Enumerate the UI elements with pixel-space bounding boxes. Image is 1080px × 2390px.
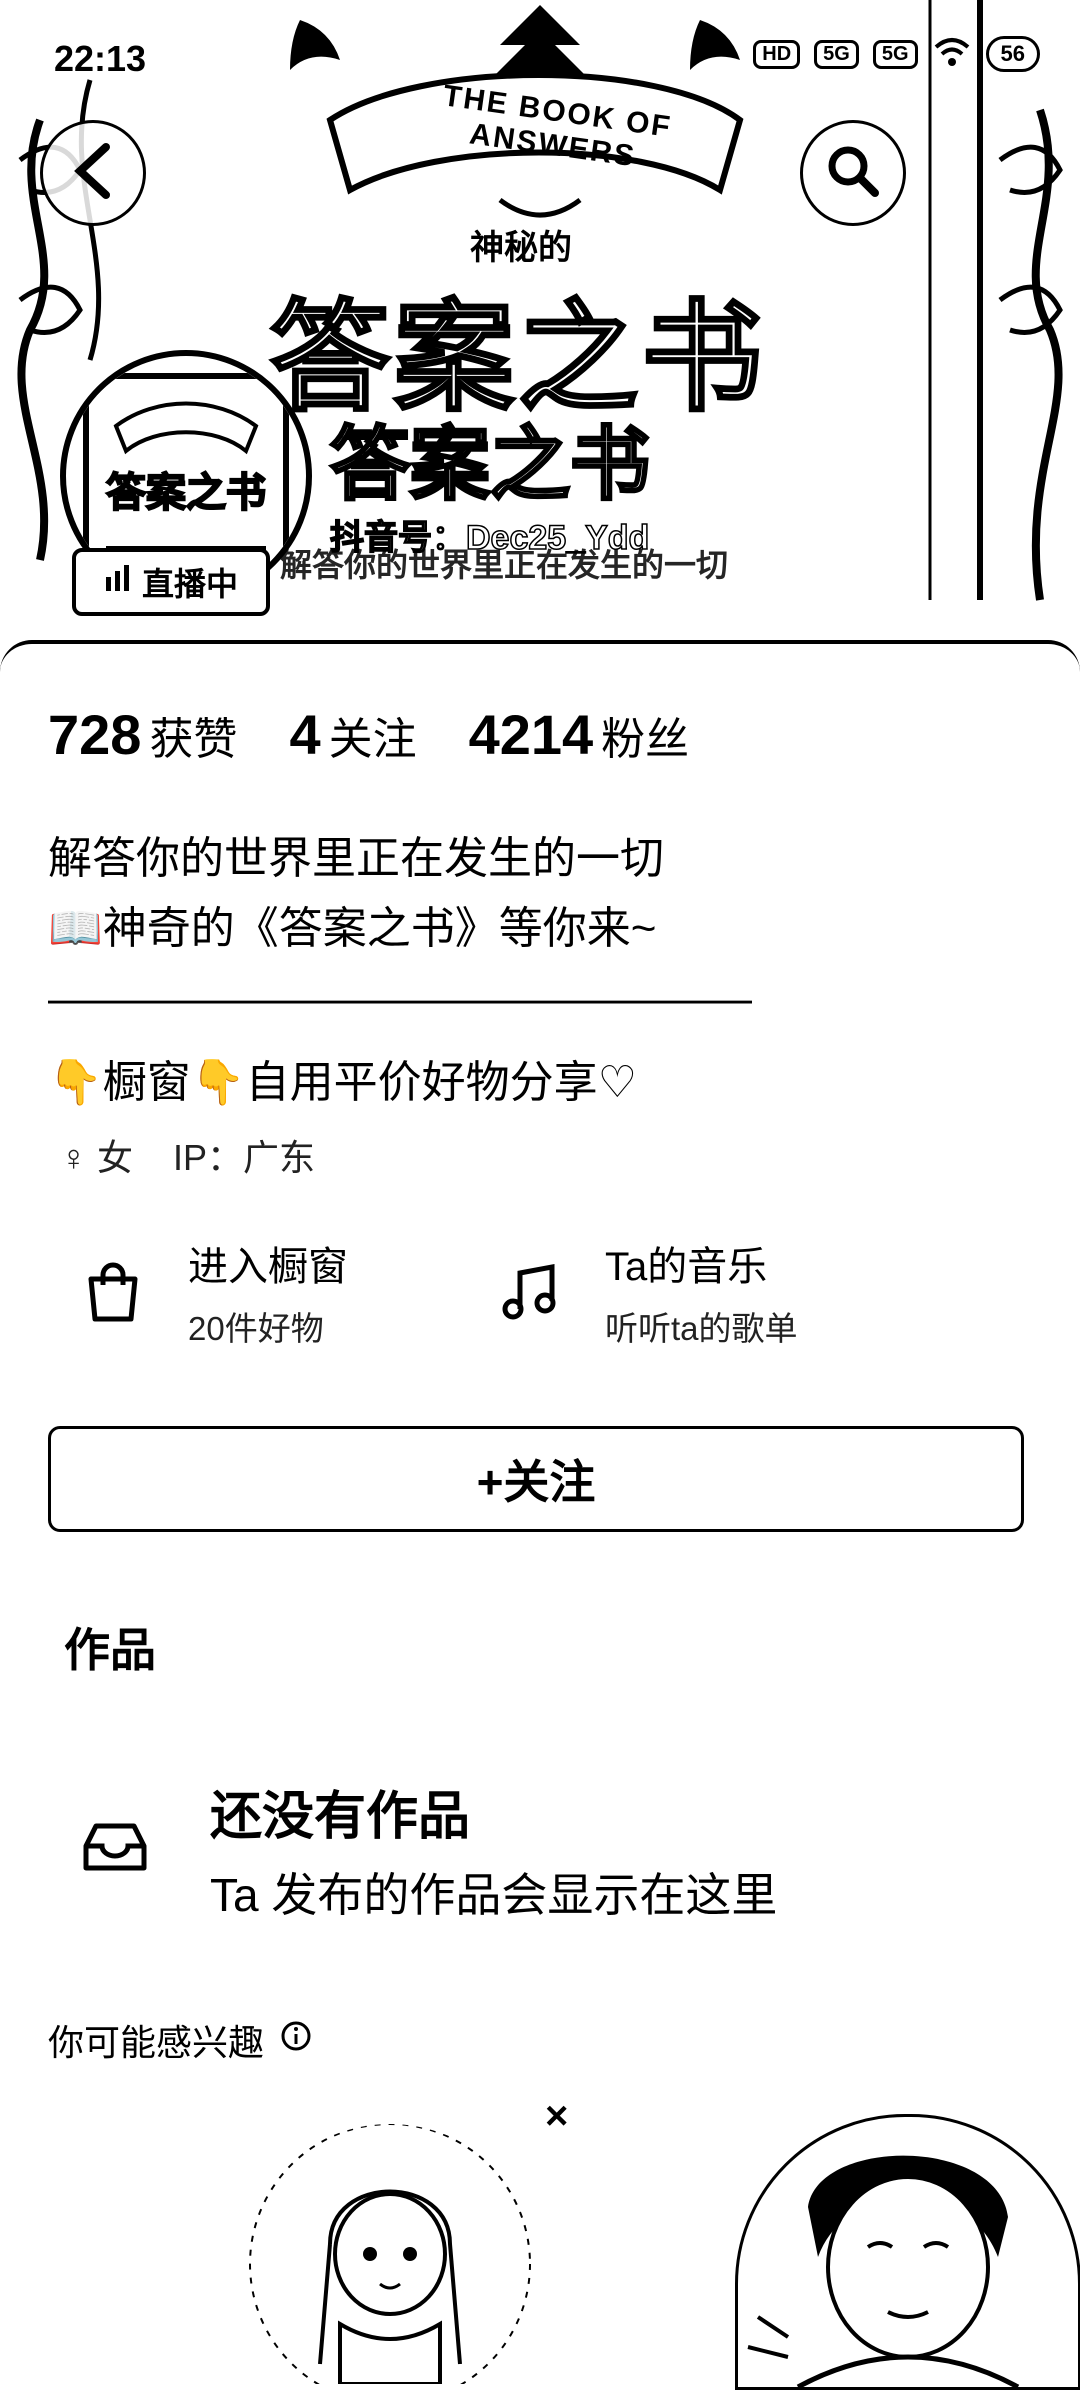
shop-window-entry[interactable]: 进入橱窗 20件好物 <box>78 1234 348 1350</box>
followers-count[interactable]: 4214 <box>469 702 594 767</box>
close-icon[interactable]: × <box>545 2094 568 2139</box>
profile-card: 728 获赞 4 关注 4214 粉丝 解答你的世界里正在发生的一切 📖神奇的《… <box>0 640 1080 2390</box>
live-label: 直播中 <box>141 566 238 602</box>
hd-icon: HD <box>753 39 801 69</box>
signal-icon: 5G <box>872 39 918 69</box>
works-section-title[interactable]: 作品 <box>64 1614 156 1680</box>
profile-stats: 728 获赞 4 关注 4214 粉丝 <box>48 702 741 767</box>
chevron-left-icon <box>68 141 118 206</box>
music-note-icon <box>495 1257 565 1327</box>
search-button[interactable] <box>800 120 906 226</box>
inbox-icon <box>80 1820 150 1879</box>
bio-line: 解答你的世界里正在发生的一切 <box>48 834 664 883</box>
profile-banner: 22:13 HD 5G 5G 56 THE BOOK OF ANSWERS 神秘… <box>0 0 1080 650</box>
gender-label: 女 <box>97 1137 134 1178</box>
live-bars-icon <box>104 564 132 601</box>
gender-tag: ♀ 女 <box>60 1129 133 1181</box>
music-entry[interactable]: Ta的音乐 听听ta的歌单 <box>495 1234 798 1350</box>
banner-caption: 解答你的世界里正在发生的一切 <box>280 547 729 583</box>
status-bar: 22:13 HD 5G 5G 56 <box>0 30 1080 90</box>
empty-title: 还没有作品 <box>210 1788 471 1846</box>
following-label[interactable]: 关注 <box>329 703 417 767</box>
status-icons: HD 5G 5G 56 <box>753 36 1040 72</box>
banner-secondary-title: 答案之书 <box>329 419 652 511</box>
bio-line: 📖神奇的《答案之书》等你来~ <box>48 904 657 953</box>
follow-button[interactable]: +关注 <box>48 1426 1024 1532</box>
recommended-user-avatar <box>249 2124 531 2384</box>
bio-line: ———————————————— <box>48 974 752 1023</box>
likes-count[interactable]: 728 <box>48 702 141 767</box>
info-icon[interactable] <box>280 2019 312 2061</box>
profile-bio: 解答你的世界里正在发生的一切 📖神奇的《答案之书》等你来~ ——————————… <box>48 824 752 1118</box>
ip-location: IP：广东 <box>173 1137 316 1178</box>
followers-label[interactable]: 粉丝 <box>601 703 689 767</box>
live-badge[interactable]: 直播中 <box>72 548 270 616</box>
bio-line: 👇橱窗👇自用平价好物分享♡ <box>48 1058 638 1107</box>
likes-label[interactable]: 获赞 <box>149 703 237 767</box>
recommended-user-card[interactable] <box>735 2114 1080 2390</box>
following-count[interactable]: 4 <box>289 702 320 767</box>
female-icon: ♀ <box>60 1137 87 1178</box>
wifi-icon <box>932 37 972 72</box>
back-button[interactable] <box>40 120 146 226</box>
works-empty-state: 还没有作品 Ta 发布的作品会显示在这里 <box>80 1774 777 1925</box>
profile-meta: ♀ 女 IP：广东 <box>60 1129 315 1181</box>
svg-text:答案之书: 答案之书 <box>106 470 266 516</box>
recommended-user-avatar <box>747 2155 1020 2387</box>
status-time: 22:13 <box>54 38 147 79</box>
signal-icon: 5G <box>814 39 859 69</box>
recommend-section-title: 你可能感兴趣 <box>48 2014 312 2066</box>
shopping-bag-icon <box>78 1257 148 1327</box>
shop-window-title: 进入橱窗 <box>188 1245 348 1289</box>
search-icon <box>823 141 883 206</box>
recommended-user-card[interactable] <box>240 2124 540 2384</box>
music-title: Ta的音乐 <box>605 1245 768 1289</box>
battery-icon: 56 <box>985 36 1040 72</box>
empty-subtitle: Ta 发布的作品会显示在这里 <box>210 1869 778 1921</box>
shop-window-subtitle: 20件好物 <box>188 1310 324 1347</box>
music-subtitle: 听听ta的歌单 <box>605 1310 798 1347</box>
recommend-title-text: 你可能感兴趣 <box>48 2022 265 2063</box>
